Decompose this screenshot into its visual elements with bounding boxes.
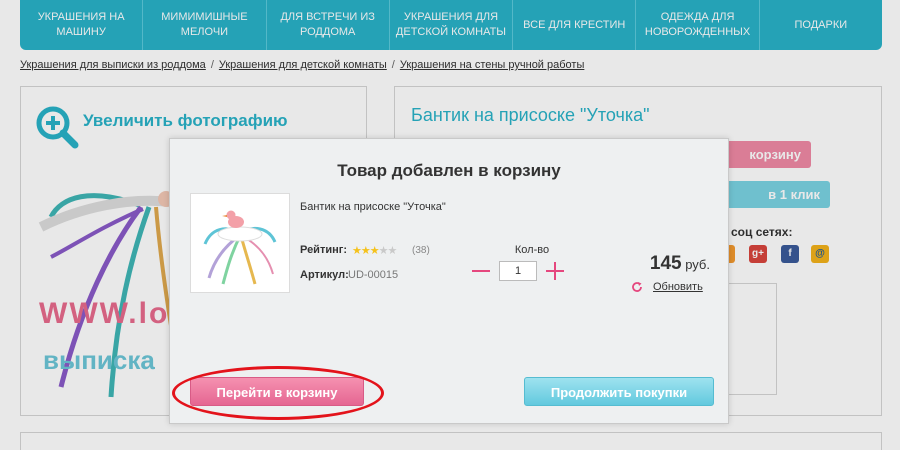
sku-value: UD-00015 [348, 269, 399, 281]
increase-quantity-button[interactable] [544, 260, 566, 282]
quantity-label: Кол-во [514, 244, 550, 256]
star-filled-icon: ★ [360, 245, 371, 257]
rating-label: Рейтинг: [300, 244, 347, 256]
reviews-count: (38) [412, 245, 430, 256]
product-thumbnail [190, 193, 290, 293]
star-filled-icon: ★ [369, 245, 380, 257]
highlight-circle [172, 366, 384, 420]
dialog-title: Товар добавлен в корзину [337, 161, 561, 180]
star-filled-icon: ★ [352, 245, 362, 257]
refresh-icon[interactable] [631, 281, 643, 293]
star-empty-icon: ★ [378, 245, 389, 257]
duck-bow-image [203, 210, 277, 285]
quantity-input[interactable] [499, 261, 537, 281]
decrease-quantity-button[interactable] [470, 261, 492, 281]
refresh-link[interactable]: Обновить [653, 281, 703, 293]
price-amount: 145 [649, 253, 682, 274]
price-currency: руб. [685, 257, 710, 272]
continue-shopping-button[interactable]: Продолжить покупки [524, 377, 714, 406]
rating-stars: ★★★★★ [352, 244, 398, 257]
item-price: 145 руб. [610, 253, 710, 275]
dialog-product-name[interactable]: Бантик на присоске "Уточка" [300, 201, 446, 213]
star-empty-icon: ★ [387, 245, 398, 257]
sku-label: Артикул: [300, 269, 349, 281]
added-to-cart-dialog: Товар добавлен в корзину Бантик на присо… [169, 138, 729, 424]
